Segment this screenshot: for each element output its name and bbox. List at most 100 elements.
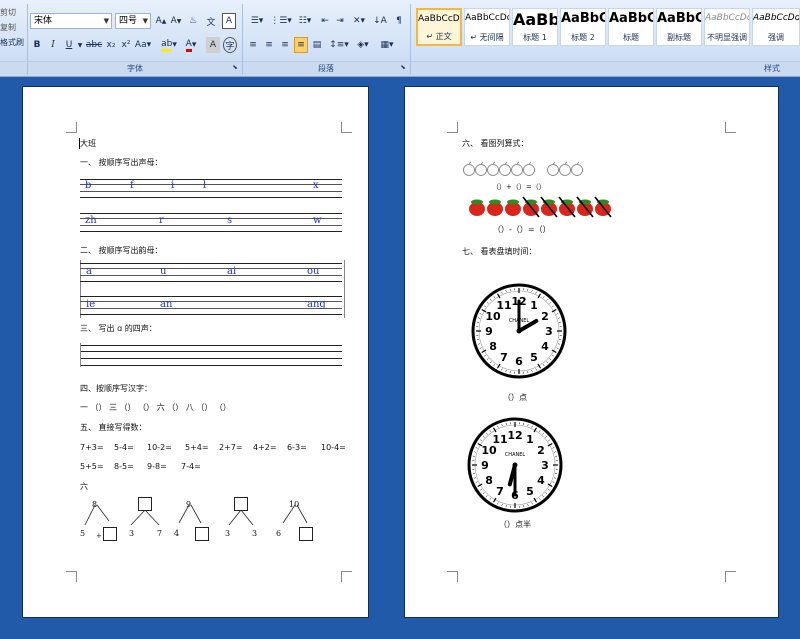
shrink-font-icon[interactable]: A ▼ (169, 13, 183, 29)
font-size-combo[interactable]: 四号 ▼ (115, 13, 151, 29)
clock-face-2: 121234567891011CHANEL (467, 417, 563, 513)
show-marks-icon[interactable]: ¶ (391, 13, 407, 29)
equation-2: （）-（）=（） (493, 225, 551, 234)
style-sample: AaBbCcDd (753, 13, 800, 23)
style-title[interactable]: AaBbC 标题 (608, 8, 654, 46)
chevron-down-icon[interactable]: ▼ (143, 14, 148, 28)
math-problem: 5+5= (80, 462, 104, 471)
increase-indent-icon[interactable]: ⇥ (333, 13, 347, 29)
initial-letter: b (85, 180, 92, 191)
math-problem: 2+7= (219, 443, 243, 452)
style-name: ↵ 正文 (426, 32, 452, 41)
tree-bottom-number: 3 (252, 529, 258, 538)
line-spacing-icon[interactable]: ↕≡▾ (328, 37, 350, 53)
chevron-down-icon[interactable]: ▼ (76, 37, 84, 53)
section-7-heading: 七、 看表盘填时间： (462, 247, 537, 256)
paragraph-dialog-launcher-icon[interactable]: ⬊ (398, 62, 408, 72)
font-color-icon[interactable]: A ▾ (181, 37, 201, 53)
decrease-indent-icon[interactable]: ⇤ (318, 13, 332, 29)
clock-face-1: 121234567891011CHANEL (471, 283, 567, 379)
style-subtitle[interactable]: AaBbC 副标题 (656, 8, 702, 46)
align-left-icon[interactable]: ≡ (246, 37, 260, 53)
strikethrough-icon[interactable]: abc (86, 37, 102, 53)
highlight-icon[interactable]: ab ▾ (158, 37, 180, 53)
clock-number: 1 (526, 433, 534, 446)
distributed-icon[interactable]: ▤ (310, 37, 324, 53)
document-page-1[interactable]: 大班 一、 按顺序写出声母： b f i l x zh r s w 二、 按顺序… (22, 86, 369, 618)
initial-letter: s (227, 215, 233, 226)
grow-font-icon[interactable]: A ▲ (154, 13, 168, 29)
clock-number: 9 (481, 459, 489, 472)
math-problem: 5-4= (114, 443, 134, 452)
align-right-icon[interactable]: ≡ (278, 37, 292, 53)
answer-box[interactable] (138, 497, 152, 511)
style-sample: AaBb (513, 10, 558, 29)
bullets-icon[interactable]: ☰▾ (246, 13, 268, 29)
clock-number: 1 (530, 299, 538, 312)
superscript-icon[interactable]: x² (119, 37, 133, 53)
change-case-icon[interactable]: Aa▾ (134, 37, 152, 53)
bold-icon[interactable]: B (30, 37, 44, 53)
char-shading-icon[interactable]: A (206, 37, 220, 53)
answer-box[interactable] (234, 497, 248, 511)
style-heading-2[interactable]: AaBbC 标题 2 (560, 8, 606, 46)
document-page-2[interactable]: 六、 看图列算式： （）+（）=（） （）-（）=（） 七、 看表盘填时间： 1… (404, 86, 779, 618)
crop-mark (341, 122, 352, 133)
format-painter-label[interactable]: 格式刷 (0, 38, 24, 48)
justify-icon[interactable]: ≡ (294, 37, 308, 53)
subscript-icon[interactable]: x₂ (104, 37, 118, 53)
crop-mark (725, 122, 736, 133)
font-dialog-launcher-icon[interactable]: ⬊ (230, 62, 240, 72)
style-sample: AaBbC (657, 11, 702, 26)
clock-number: 2 (541, 310, 549, 323)
font-name-value: 宋体 (34, 16, 53, 26)
style-heading-1[interactable]: AaBb 标题 1 (512, 8, 558, 46)
final-letter: ie (86, 299, 96, 310)
clear-format-icon[interactable]: ♨ (185, 13, 201, 29)
crop-mark (725, 571, 736, 582)
style-normal[interactable]: AaBbCcDd ↵ 正文 (416, 8, 462, 46)
section-4-heading: 四、按顺序写汉字： (80, 384, 152, 393)
answer-box[interactable] (299, 527, 313, 541)
clock-number: 11 (496, 299, 511, 312)
enclose-char-icon[interactable]: 字 (223, 37, 237, 53)
style-no-spacing[interactable]: AaBbCcDd ↵ 无间隔 (464, 8, 510, 46)
clock-number: 4 (537, 474, 545, 487)
initial-letter: x (313, 180, 319, 191)
final-letter: u (160, 266, 167, 277)
align-center-icon[interactable]: ≡ (262, 37, 276, 53)
style-subtle-emphasis[interactable]: AaBbCcDd 不明显强调 (704, 8, 750, 46)
clock-1-caption: （）点 (503, 393, 527, 402)
paragraph-group-label: 段落 (243, 61, 409, 76)
style-emphasis[interactable]: AaBbCcDd 强调 (752, 8, 800, 46)
text-cursor (79, 138, 80, 149)
font-name-combo[interactable]: 宋体 ▼ (30, 13, 112, 29)
page-title: 大班 (80, 139, 96, 148)
clock-number: 5 (530, 351, 538, 364)
answer-box[interactable] (195, 527, 209, 541)
italic-icon[interactable]: I (46, 37, 60, 53)
clock-number: 7 (500, 351, 508, 364)
crop-mark (66, 122, 77, 133)
clock-number: 8 (489, 340, 497, 353)
chinese-layout-icon[interactable]: ✕▾ (348, 13, 370, 29)
cut-label[interactable]: 剪切 (0, 8, 16, 18)
apple-outline-icons (463, 161, 583, 176)
style-name: 标题 1 (523, 33, 547, 42)
tree-bottom-number: 4 (174, 529, 180, 538)
multilevel-list-icon[interactable]: ☷▾ (294, 13, 316, 29)
borders-icon[interactable]: ▦▾ (376, 37, 398, 53)
answer-box[interactable] (103, 527, 117, 541)
copy-label[interactable]: 复制 (0, 23, 16, 33)
phonetic-guide-icon[interactable]: 文 (203, 13, 219, 29)
chevron-down-icon[interactable]: ▼ (104, 14, 109, 28)
numbering-icon[interactable]: ⋮☰▾ (270, 13, 292, 29)
char-border-icon[interactable]: A (222, 13, 236, 29)
shading-icon[interactable]: ◈▾ (352, 37, 374, 53)
math-problem: 10-2= (147, 443, 172, 452)
math-problem: 4+2= (253, 443, 277, 452)
style-sample: AaBbCcDd (465, 13, 510, 23)
underline-icon[interactable]: U (62, 37, 76, 53)
sort-icon[interactable]: ↓A (372, 13, 388, 29)
equation-1: （）+（）=（） (492, 183, 546, 191)
